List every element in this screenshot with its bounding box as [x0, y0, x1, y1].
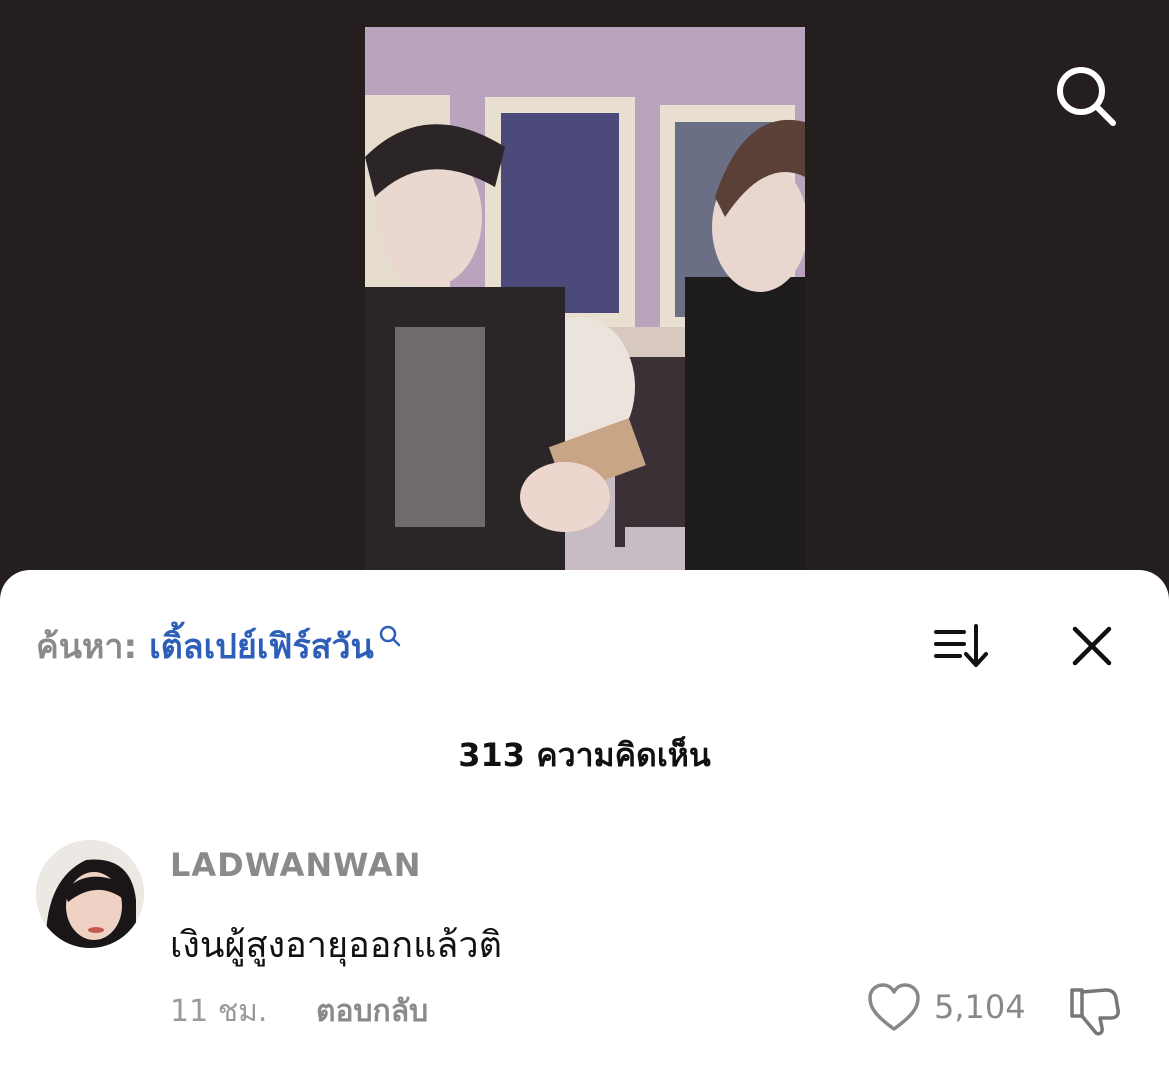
comment-count: 313 ความคิดเห็น [458, 736, 711, 774]
like-count: 5,104 [934, 988, 1026, 1026]
avatar[interactable] [36, 840, 144, 948]
close-button[interactable] [1066, 620, 1118, 672]
sort-icon [934, 624, 988, 667]
avatar-image [36, 840, 144, 948]
thumbs-down-icon [1070, 988, 1120, 1036]
dislike-button[interactable] [1066, 982, 1122, 1038]
search-query[interactable]: ค้นหา: เติ้ลเปย์เฟิร์สวัน [36, 616, 402, 676]
comment-time: 11 ชม. [170, 994, 268, 1029]
comment-item: LADWANWAN เงินผู้สูงอายุออกแล้วติ 11 ชม.… [36, 838, 1136, 1058]
video-player[interactable] [0, 0, 1169, 600]
heart-icon [868, 983, 920, 1031]
like-button[interactable] [866, 982, 922, 1034]
comment-text: เงินผู้สูงอายุออกแล้วติ [170, 925, 502, 966]
sort-button[interactable] [930, 620, 992, 672]
video-thumbnail[interactable] [365, 27, 805, 587]
search-icon [379, 625, 401, 647]
search-prefix: ค้นหา: [36, 627, 138, 667]
video-scene [365, 27, 805, 587]
comment-username[interactable]: LADWANWAN [170, 846, 422, 884]
close-icon [1072, 626, 1112, 666]
comments-sheet: ค้นหา: เติ้ลเปย์เฟิร์สวัน 313 ความคิดเห็… [0, 570, 1169, 1075]
search-term-link[interactable]: เติ้ลเปย์เฟิร์สวัน [149, 619, 374, 673]
search-button[interactable] [1050, 60, 1122, 132]
reply-button[interactable]: ตอบกลับ [316, 988, 428, 1035]
search-icon [1057, 67, 1116, 126]
